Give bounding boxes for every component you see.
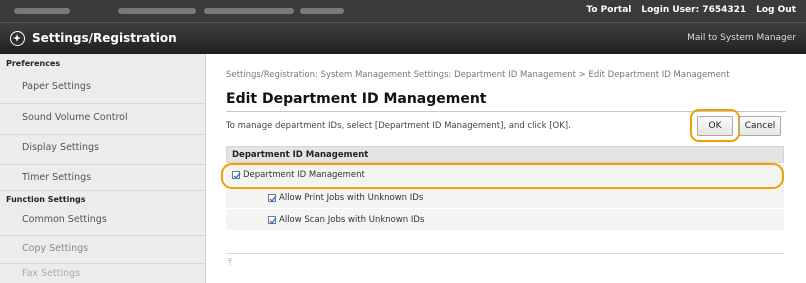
sidebar-divider xyxy=(0,134,205,135)
sidebar-item-sound-volume-control[interactable]: Sound Volume Control xyxy=(22,112,128,123)
checkmark-icon xyxy=(269,217,277,225)
option-row: Allow Print Jobs with Unknown IDs xyxy=(226,187,784,209)
allow-scan-jobs-label: Allow Scan Jobs with Unknown IDs xyxy=(279,215,425,225)
back-to-top-icon[interactable]: ⤒ xyxy=(228,258,232,268)
allow-print-jobs-label: Allow Print Jobs with Unknown IDs xyxy=(279,193,424,203)
option-row: Allow Scan Jobs with Unknown IDs xyxy=(226,209,784,231)
sidebar-item-display-settings[interactable]: Display Settings xyxy=(22,142,99,153)
sidebar-divider xyxy=(0,235,205,236)
top-bar: To Portal Login User: 7654321 Log Out xyxy=(0,0,806,22)
blurred-url-text xyxy=(14,8,70,14)
sidebar-divider xyxy=(0,164,205,165)
ok-button[interactable]: OK xyxy=(697,116,733,136)
breadcrumb: Settings/Registration: System Management… xyxy=(226,70,730,80)
login-user-label: Login User: 7654321 xyxy=(641,5,747,15)
sidebar-item-common-settings[interactable]: Common Settings xyxy=(22,214,107,225)
cancel-button[interactable]: Cancel xyxy=(739,116,781,136)
department-id-row-highlight xyxy=(221,163,784,189)
sidebar-item-fax-settings[interactable]: Fax Settings xyxy=(22,268,80,279)
page-title: Settings/Registration xyxy=(32,31,177,45)
section-heading: Edit Department ID Management xyxy=(226,91,487,107)
top-bar-links: To Portal Login User: 7654321 Log Out xyxy=(586,5,796,15)
checkmark-icon xyxy=(269,195,277,203)
sidebar-divider xyxy=(0,103,205,104)
sidebar-divider xyxy=(0,190,205,191)
blurred-url-text xyxy=(118,8,196,14)
log-out-link[interactable]: Log Out xyxy=(756,5,796,15)
title-bar: Settings/Registration Mail to System Man… xyxy=(0,22,806,54)
bottom-divider xyxy=(226,253,784,254)
sidebar-item-paper-settings[interactable]: Paper Settings xyxy=(22,81,91,92)
blurred-url-text xyxy=(300,8,344,14)
sidebar-item-timer-settings[interactable]: Timer Settings xyxy=(22,172,91,183)
sidebar-heading-preferences: Preferences xyxy=(6,59,61,68)
sidebar-heading-function-settings: Function Settings xyxy=(6,195,86,204)
sidebar-item-copy-settings[interactable]: Copy Settings xyxy=(22,243,88,254)
section-header: Department ID Management xyxy=(226,146,784,163)
blurred-url-text xyxy=(204,8,294,14)
section-header-label: Department ID Management xyxy=(232,150,369,160)
sidebar-divider xyxy=(0,263,205,264)
sidebar: Preferences Paper Settings Sound Volume … xyxy=(0,54,206,283)
mail-to-system-manager-link[interactable]: Mail to System Manager xyxy=(687,33,796,43)
allow-scan-jobs-checkbox[interactable] xyxy=(268,216,277,225)
instruction-text: To manage department IDs, select [Depart… xyxy=(226,121,571,131)
settings-logo-icon xyxy=(10,31,25,46)
allow-print-jobs-checkbox[interactable] xyxy=(268,194,277,203)
to-portal-link[interactable]: To Portal xyxy=(586,5,631,15)
